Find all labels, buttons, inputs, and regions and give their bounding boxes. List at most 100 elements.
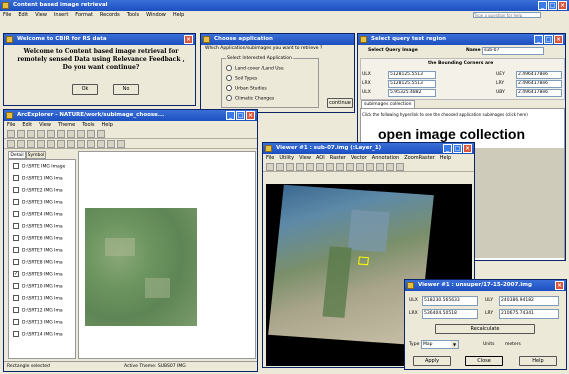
layer-item[interactable]: D:\SRTE5 IMG Ima xyxy=(13,223,75,235)
menu-edit[interactable]: Edit xyxy=(18,11,28,19)
menu-insert[interactable]: Insert xyxy=(54,11,68,19)
zoom-in-icon[interactable] xyxy=(67,130,75,138)
layer-checkbox[interactable] xyxy=(13,187,19,193)
label-icon[interactable] xyxy=(107,140,115,148)
no-button[interactable]: No xyxy=(113,84,139,95)
recalculate-button[interactable]: Recalculate xyxy=(435,324,535,334)
continue-button[interactable]: continue xyxy=(327,98,353,108)
lrx-field[interactable]: 536404.50518 xyxy=(422,309,478,319)
viewer1-titlebar[interactable]: Viewer #1 : sub-07.img (:Layer_1) _ □ × xyxy=(263,143,474,154)
refresh-icon[interactable] xyxy=(57,140,65,148)
radio-icon[interactable] xyxy=(226,85,232,91)
layer-item[interactable]: D:\SRTE8 IMG Ima xyxy=(13,259,75,271)
layer-item[interactable]: D:\SRT14 IMG Ima xyxy=(13,331,75,343)
apply-button[interactable]: Apply xyxy=(413,356,451,366)
pan-icon[interactable] xyxy=(376,163,384,171)
layer-checkbox[interactable] xyxy=(13,199,19,205)
minimize-button[interactable]: _ xyxy=(534,35,543,44)
layer-icon[interactable] xyxy=(57,130,65,138)
close-button[interactable]: × xyxy=(558,1,567,10)
grid-icon[interactable] xyxy=(346,163,354,171)
layer-checkbox[interactable] xyxy=(13,235,19,241)
layer-item[interactable]: ✓ D:\SRTE9 IMG Ima xyxy=(13,271,75,283)
menu-view[interactable]: View xyxy=(35,11,47,19)
layer-item[interactable]: D:\SRTE3 IMG Ima xyxy=(13,199,75,211)
uly-field[interactable]: 240386.94182 xyxy=(499,296,559,306)
menu-help[interactable]: Help xyxy=(102,121,113,129)
layer-item[interactable]: D:\SRT10 IMG Ima xyxy=(13,283,75,295)
help-search-input[interactable] xyxy=(473,12,541,18)
uby-field[interactable]: 2.4964178e6 xyxy=(516,89,562,97)
lrx-field[interactable]: 5128125.5513 xyxy=(388,80,436,88)
map-canvas[interactable] xyxy=(78,151,256,359)
menu-records[interactable]: Records xyxy=(100,11,120,19)
layer-checkbox[interactable] xyxy=(13,223,19,229)
menu-tools[interactable]: Tools xyxy=(82,121,94,129)
layer-checkbox[interactable] xyxy=(13,295,19,301)
zoom-out-icon[interactable] xyxy=(326,163,334,171)
layer-item[interactable]: D:\SRT11 IMG Ima xyxy=(13,295,75,307)
measure-icon[interactable] xyxy=(17,140,25,148)
close-layer-icon[interactable] xyxy=(336,163,344,171)
maximize-button[interactable]: □ xyxy=(544,35,553,44)
save-icon[interactable] xyxy=(276,163,284,171)
layer-item[interactable]: D:\SRTE6 IMG Ima xyxy=(13,235,75,247)
menu-annotation[interactable]: Annotation xyxy=(372,154,399,162)
menu-help[interactable]: Help xyxy=(440,154,451,162)
graph-icon[interactable] xyxy=(117,140,125,148)
layer-checkbox[interactable] xyxy=(13,247,19,253)
radio-icon[interactable] xyxy=(226,75,232,81)
menu-raster[interactable]: Raster xyxy=(330,154,346,162)
minimize-button[interactable]: _ xyxy=(226,111,235,120)
find-icon[interactable] xyxy=(27,140,35,148)
crosshair-icon[interactable] xyxy=(366,163,374,171)
chevron-down-icon[interactable]: ▼ xyxy=(451,341,458,348)
lry-field[interactable]: 210675.74341 xyxy=(499,309,559,319)
extent-icon[interactable] xyxy=(47,140,55,148)
menu-theme[interactable]: Theme xyxy=(58,121,75,129)
option-land-cover[interactable]: Land cover /Land Use xyxy=(226,65,284,72)
lry-field[interactable]: 2.4964178e6 xyxy=(516,80,562,88)
buffer-icon[interactable] xyxy=(97,140,105,148)
layer-checkbox[interactable] xyxy=(13,331,19,337)
main-titlebar[interactable]: Content based image retrieval _ □ × xyxy=(0,0,569,11)
zoom-out-icon[interactable] xyxy=(77,130,85,138)
layer-checkbox[interactable] xyxy=(13,259,19,265)
layer-checkbox[interactable] xyxy=(13,319,19,325)
menu-edit[interactable]: Edit xyxy=(22,121,32,129)
close-dialog-button[interactable]: Close xyxy=(465,356,503,366)
menu-utility[interactable]: Utility xyxy=(279,154,294,162)
close-button[interactable]: × xyxy=(246,111,255,120)
layer-item[interactable]: D:\SRTE IMG Image xyxy=(13,163,75,175)
menu-file[interactable]: File xyxy=(3,11,11,19)
layer-item[interactable]: D:\SRTE2 IMG Ima xyxy=(13,187,75,199)
aoi-box[interactable] xyxy=(358,256,369,266)
inquire-icon[interactable] xyxy=(306,163,314,171)
pan-icon[interactable] xyxy=(87,130,95,138)
menu-zoomraster[interactable]: ZoomRaster xyxy=(404,154,435,162)
arcexplorer-titlebar[interactable]: ArcExplorer - NATURE/work/subimage_choos… xyxy=(4,110,257,121)
ulx-field[interactable]: 5128125.5513 xyxy=(388,71,436,79)
option-urban-studies[interactable]: Urban Studies xyxy=(226,85,267,92)
query-titlebar[interactable]: Select query test region _ □ × xyxy=(358,34,565,45)
query-icon[interactable] xyxy=(37,140,45,148)
ok-button[interactable]: Ok xyxy=(72,84,98,95)
name-field[interactable]: sub-07 xyxy=(482,47,544,55)
type-select[interactable]: Map ▼ xyxy=(421,340,459,349)
layer-item[interactable]: D:\SRTE4 IMG Ima xyxy=(13,211,75,223)
properties-icon[interactable] xyxy=(67,140,75,148)
add-theme-icon[interactable] xyxy=(47,130,55,138)
open-icon[interactable] xyxy=(17,130,25,138)
option-soil-types[interactable]: Soil Types xyxy=(226,75,257,82)
layer-item[interactable]: D:\SRTE7 IMG Ima xyxy=(13,247,75,259)
minimize-button[interactable]: _ xyxy=(443,144,452,153)
menu-vector[interactable]: Vector xyxy=(351,154,367,162)
menu-help[interactable]: Help xyxy=(173,11,184,19)
menu-view[interactable]: View xyxy=(39,121,51,129)
layer-icon[interactable] xyxy=(296,163,304,171)
zoom-in-icon[interactable] xyxy=(316,163,324,171)
menu-view[interactable]: View xyxy=(299,154,311,162)
layer-item[interactable]: D:\SRTE1 IMG Ima xyxy=(13,175,75,187)
fit-icon[interactable] xyxy=(356,163,364,171)
minimize-button[interactable]: _ xyxy=(538,1,547,10)
